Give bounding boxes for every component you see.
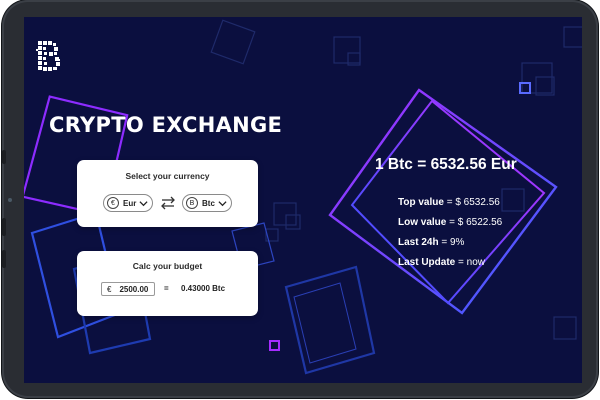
currency-card-title: Select your currency (125, 171, 210, 181)
budget-card-title: Calc your budget (132, 261, 203, 271)
euro-symbol: € (107, 284, 112, 294)
chevron-down-icon (139, 201, 148, 207)
to-currency-select[interactable]: B Btc (182, 194, 232, 212)
app-screen: CRYPTO EXCHANGE Select your currency € E… (24, 17, 582, 383)
bitcoin-icon: B (186, 197, 198, 209)
exchange-rate-headline: 1 Btc = 6532.56 Eur (375, 156, 517, 173)
stat-label: Low value (398, 217, 447, 228)
budget-amount-input[interactable]: € 2500.00 (101, 282, 155, 296)
from-currency-label: Eur (123, 198, 137, 208)
to-currency-label: Btc (202, 198, 215, 208)
tablet-side-button (2, 218, 6, 236)
page-title: CRYPTO EXCHANGE (49, 113, 283, 137)
swap-arrows-icon[interactable] (160, 195, 176, 211)
tablet-camera-dot (8, 198, 12, 202)
equals-sign: = (164, 284, 169, 293)
stat-value: = $ 6522.56 (446, 217, 503, 228)
stat-value: = $ 6532.56 (443, 197, 500, 208)
tablet-frame: CRYPTO EXCHANGE Select your currency € E… (2, 0, 598, 398)
currency-card: Select your currency € Eur B Btc (77, 160, 258, 227)
chevron-down-icon (218, 201, 227, 207)
stat-label: Last Update (398, 257, 456, 268)
budget-amount-value: 2500.00 (119, 284, 149, 294)
tablet-side-button (2, 150, 6, 164)
stat-value: = 9% (438, 237, 465, 248)
rate-stats-list: Top value = $ 6532.56 Low value = $ 6522… (398, 197, 502, 277)
from-currency-select[interactable]: € Eur (103, 194, 153, 212)
stat-last-24h: Last 24h = 9% (398, 237, 502, 257)
stat-label: Last 24h (398, 237, 439, 248)
euro-icon: € (107, 197, 119, 209)
stat-label: Top value (398, 197, 444, 208)
blockchain-b-logo-icon (36, 41, 60, 71)
stat-last-update: Last Update = now (398, 257, 502, 277)
budget-card: Calc your budget € 2500.00 = 0.43000 Btc (77, 251, 258, 316)
tablet-side-button (2, 250, 6, 268)
stat-top-value: Top value = $ 6532.56 (398, 197, 502, 217)
stat-low-value: Low value = $ 6522.56 (398, 217, 502, 237)
stat-value: = now (455, 257, 485, 268)
converted-result: 0.43000 Btc (181, 284, 226, 293)
